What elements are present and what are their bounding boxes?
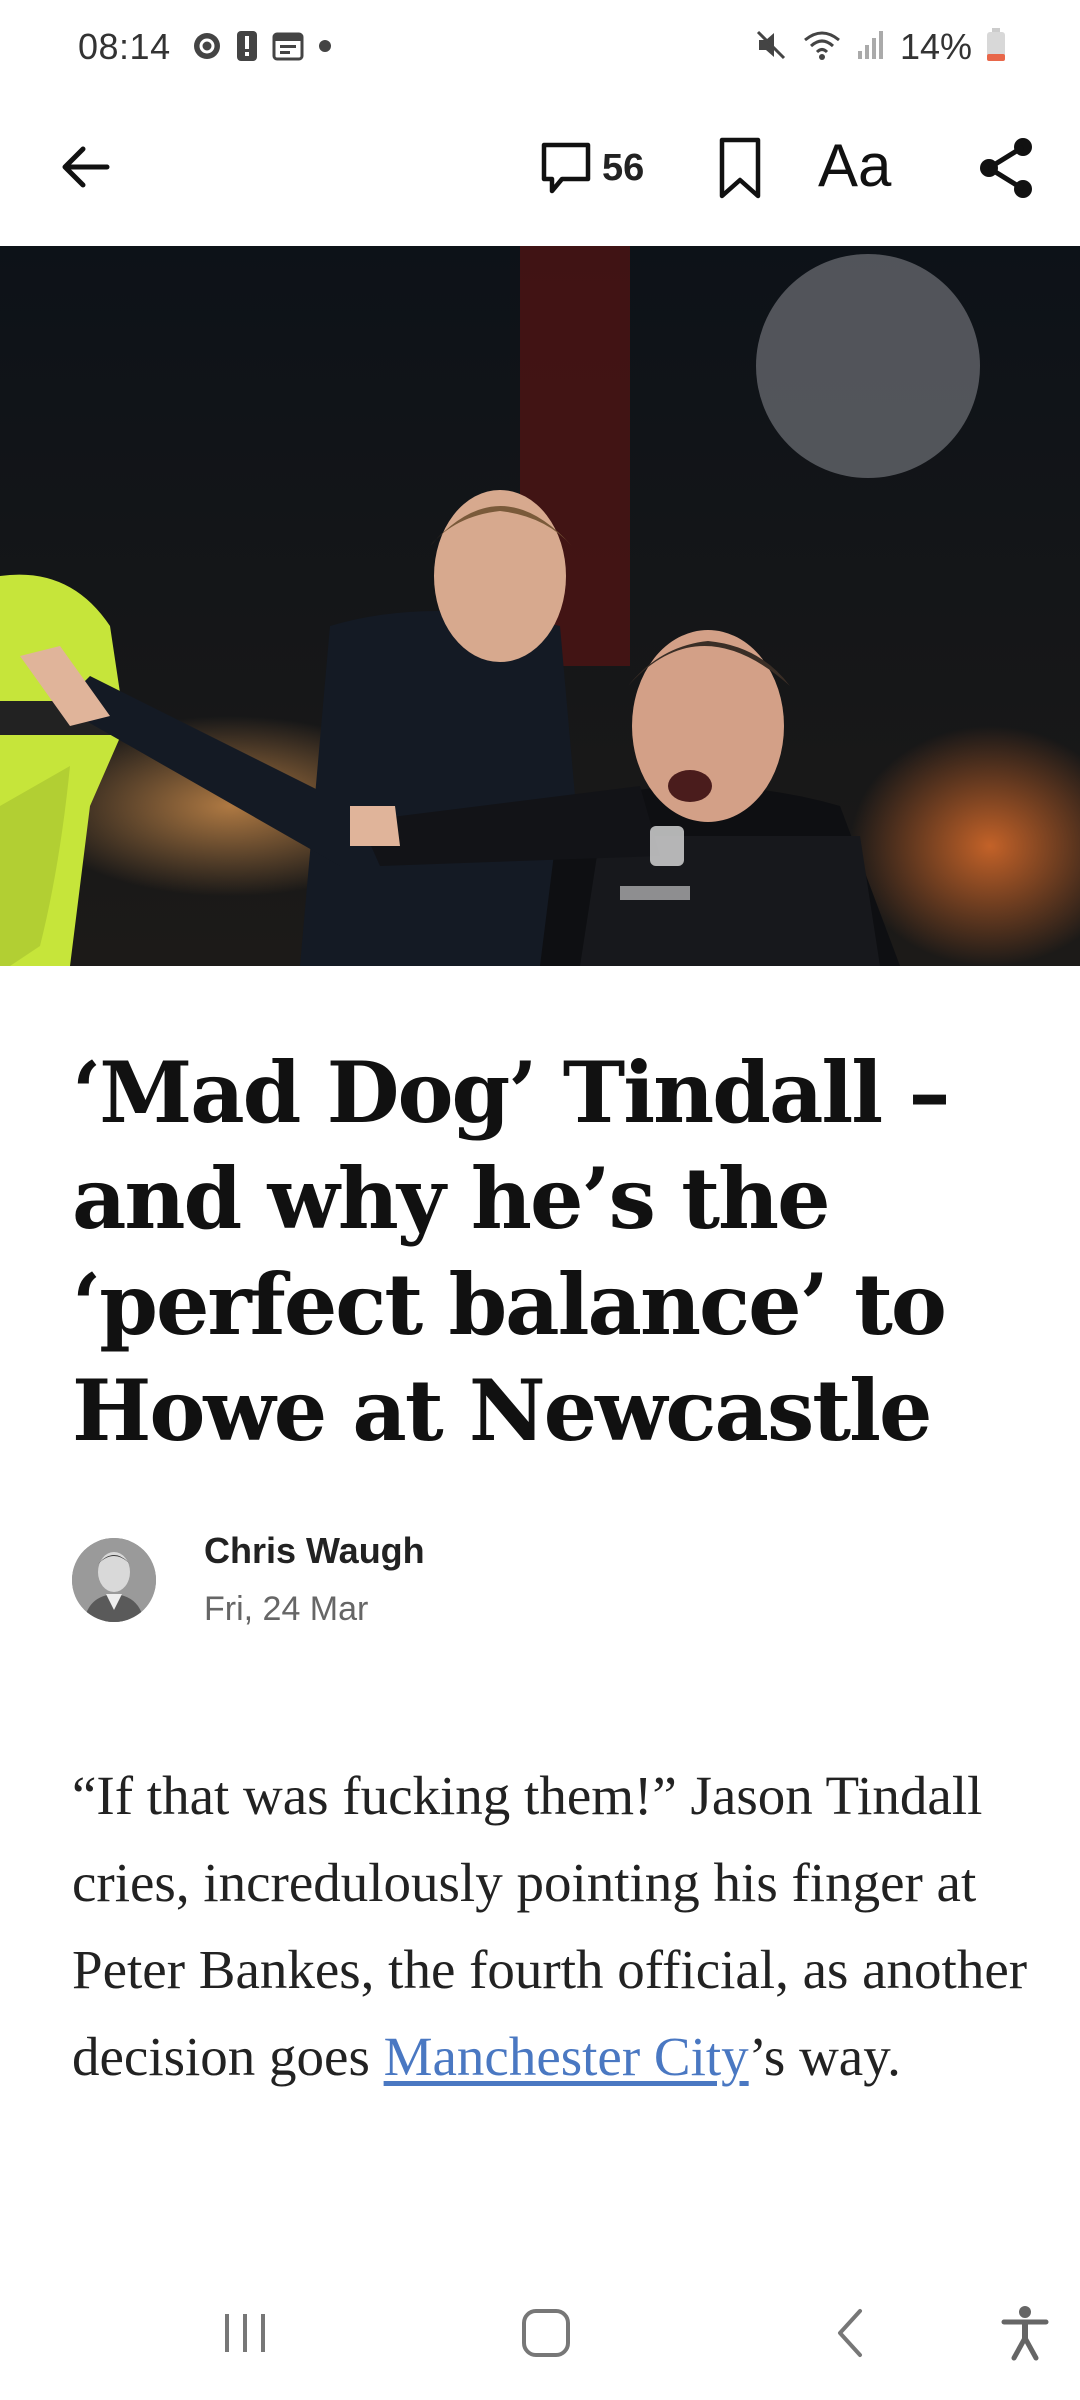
wifi-icon: [802, 28, 842, 67]
home-icon: [522, 2309, 570, 2357]
recent-apps-button[interactable]: [210, 2298, 280, 2368]
article-hero-image: [0, 246, 1080, 966]
accessibility-icon: [1001, 2306, 1049, 2361]
byline: Chris Waugh Fri, 24 Mar: [72, 1530, 972, 1640]
author-name[interactable]: Chris Waugh: [204, 1530, 425, 1572]
comments-button[interactable]: 56: [540, 136, 644, 200]
article-toolbar: 56 Aa: [0, 100, 1080, 246]
author-avatar[interactable]: [72, 1538, 156, 1622]
alert-icon: [236, 30, 258, 67]
bookmark-button[interactable]: [710, 130, 770, 206]
body-text-tail: ’s way.: [748, 2026, 901, 2087]
status-right: 14%: [754, 26, 1006, 68]
dot-icon: [318, 39, 332, 58]
status-bar: 08:14 14%: [0, 0, 1080, 100]
nav-back-button[interactable]: [822, 2298, 878, 2368]
recent-apps-icon: [225, 2314, 265, 2352]
status-time: 08:14: [78, 26, 171, 67]
comments-count: 56: [602, 146, 645, 189]
back-icon: [838, 2309, 862, 2357]
article-headline: ‘Mad Dog’ Tindall – and why he’s the ‘pe…: [72, 1043, 950, 1460]
comment-icon: [541, 142, 591, 194]
back-button[interactable]: [50, 132, 120, 202]
battery-icon: [986, 27, 1006, 67]
battery-percent: 14%: [899, 26, 972, 67]
calendar-icon: [272, 31, 304, 66]
system-nav-bar: [0, 2270, 1080, 2400]
accessibility-button[interactable]: [990, 2298, 1060, 2368]
status-left-icons: [192, 30, 332, 67]
mute-icon: [754, 28, 788, 67]
home-button[interactable]: [508, 2298, 584, 2368]
team-link-manchester-city[interactable]: Manchester City: [384, 2026, 749, 2087]
signal-icon: [856, 29, 886, 66]
text-size-button[interactable]: Aa: [818, 126, 891, 206]
sync-icon: [192, 31, 222, 66]
share-icon: [980, 138, 1032, 198]
publish-date: Fri, 24 Mar: [204, 1590, 369, 1628]
share-button[interactable]: [972, 130, 1042, 206]
back-arrow-icon: [62, 146, 110, 188]
bookmark-icon: [719, 137, 761, 199]
article-body: “If that was fucking them!” Jason Tindal…: [72, 1752, 1032, 2100]
